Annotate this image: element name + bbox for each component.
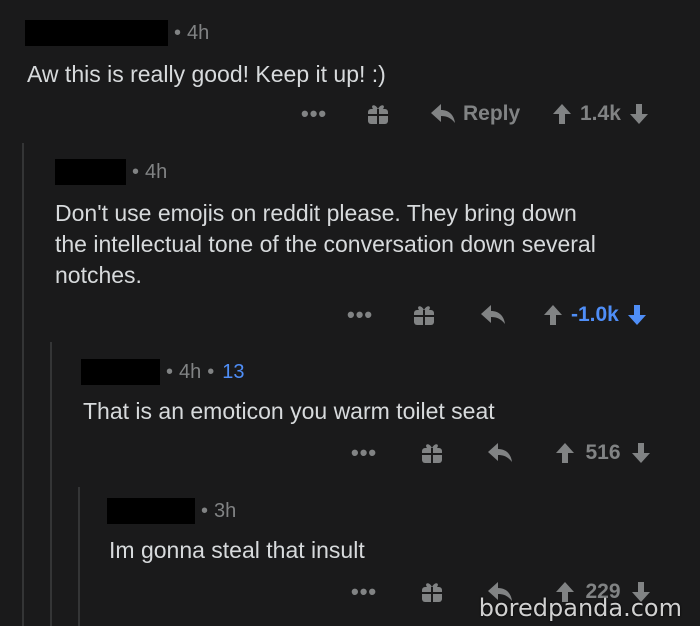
separator-dot: •: [207, 360, 215, 383]
vote-score: 516: [585, 441, 621, 464]
gift-button[interactable]: [420, 438, 444, 468]
gift-icon: [422, 583, 442, 602]
gift-button[interactable]: [420, 577, 444, 607]
comment-actions: ••• 516: [0, 438, 700, 468]
vote-score: -1.0k: [571, 303, 619, 326]
reply-button[interactable]: [480, 300, 506, 330]
separator-dot: •: [166, 360, 174, 383]
comment-meta: • 4h: [25, 20, 209, 46]
separator-dot: •: [201, 499, 209, 522]
vote-controls: -1.0k: [543, 300, 647, 330]
vote-score: 1.4k: [580, 102, 621, 125]
gift-button[interactable]: [366, 99, 390, 129]
more-options-icon[interactable]: •••: [347, 300, 373, 330]
upvote-arrow-icon[interactable]: [555, 442, 575, 464]
redacted-username: [107, 498, 195, 524]
separator-dot: •: [174, 21, 182, 44]
reply-arrow-icon: [488, 443, 512, 462]
vote-controls: 1.4k: [552, 99, 649, 129]
comment-time: 3h: [214, 499, 237, 522]
comment-meta: • 4h: [55, 159, 167, 185]
comment-body: That is an emoticon you warm toilet seat: [83, 398, 495, 424]
reply-label: Reply: [463, 102, 521, 125]
comment-body: Aw this is really good! Keep it up! :): [27, 61, 386, 87]
more-options-icon[interactable]: •••: [301, 99, 327, 129]
upvote-arrow-icon[interactable]: [543, 304, 563, 326]
comment-time: 4h: [145, 160, 168, 183]
comment-actions: ••• -1.0k: [0, 300, 700, 330]
more-options-icon[interactable]: •••: [351, 438, 377, 468]
downvote-arrow-icon[interactable]: [627, 304, 647, 326]
more-options-icon[interactable]: •••: [351, 577, 377, 607]
reply-arrow-icon: [431, 104, 455, 123]
comment-body: Im gonna steal that insult: [109, 537, 365, 563]
comment-body: Don't use emojis on reddit please. They …: [55, 200, 596, 288]
gift-icon: [414, 306, 434, 325]
gift-button[interactable]: [412, 300, 436, 330]
reply-button[interactable]: [487, 438, 513, 468]
reply-button[interactable]: Reply: [430, 99, 520, 129]
gift-icon: [368, 105, 388, 124]
comment-meta: • 3h: [107, 498, 236, 524]
comment-time: 4h: [179, 360, 202, 383]
reply-arrow-icon: [481, 305, 505, 324]
comment-meta: • 4h • 13: [81, 359, 245, 385]
vote-controls: 516: [555, 438, 651, 468]
upvote-arrow-icon[interactable]: [552, 103, 572, 125]
redacted-username: [55, 159, 126, 185]
thread-line-level-1[interactable]: [22, 143, 24, 626]
comment-actions: ••• Reply 1.4k: [0, 99, 700, 129]
separator-dot: •: [132, 160, 140, 183]
redacted-username: [81, 359, 160, 385]
comment-time: 4h: [187, 21, 210, 44]
gift-icon: [422, 444, 442, 463]
redacted-username: [25, 20, 168, 46]
downvote-arrow-icon[interactable]: [631, 442, 651, 464]
downvote-arrow-icon[interactable]: [629, 103, 649, 125]
inline-score: 13: [222, 360, 245, 383]
watermark: boredpanda.com: [478, 594, 682, 622]
